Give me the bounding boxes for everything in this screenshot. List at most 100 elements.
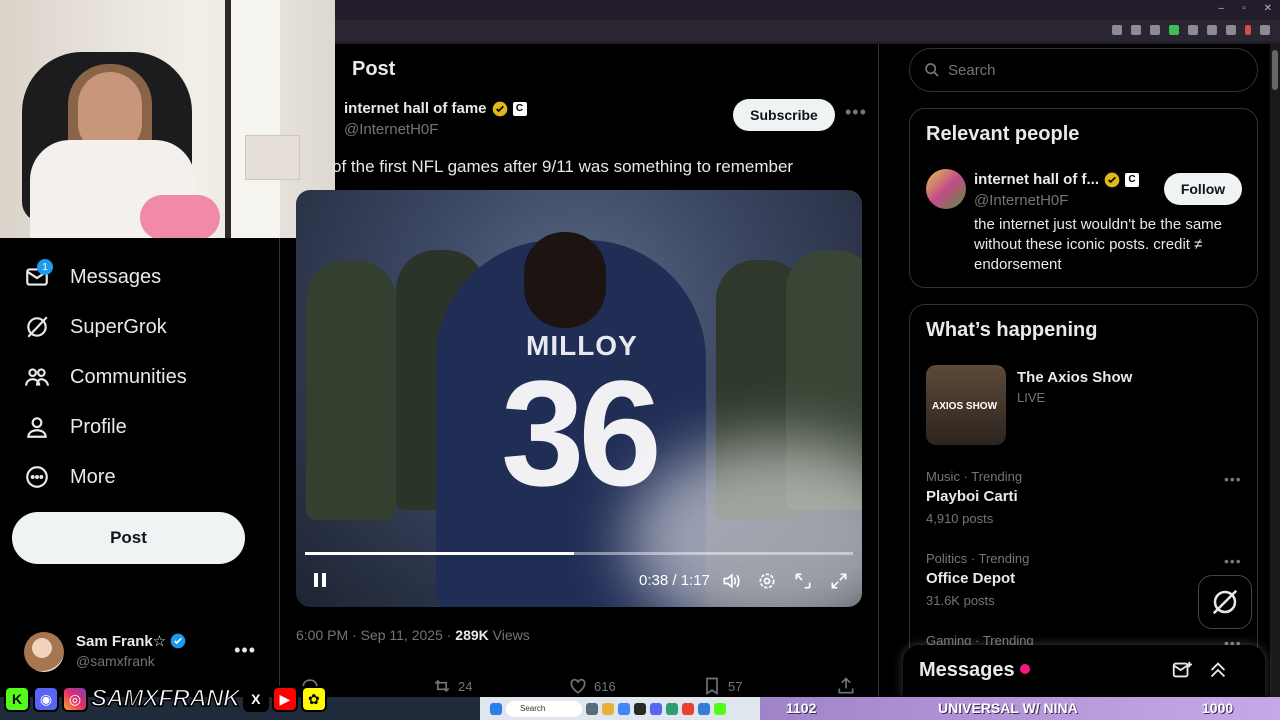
new-message-icon[interactable] bbox=[1171, 659, 1193, 681]
nav-label-more: More bbox=[70, 465, 116, 488]
post-actions: 24 616 57 bbox=[296, 676, 862, 698]
unread-dot bbox=[1020, 664, 1030, 674]
repost-icon bbox=[434, 679, 450, 693]
video-progress-bar[interactable] bbox=[305, 552, 853, 555]
affiliate-badge: C bbox=[512, 101, 527, 116]
settings-gear-icon[interactable] bbox=[757, 571, 777, 591]
trend-category: Music · Trending bbox=[926, 469, 1023, 484]
author-name-row[interactable]: internet hall of fame C bbox=[344, 100, 527, 117]
app-icon[interactable] bbox=[698, 702, 710, 715]
trend-more-icon[interactable]: ••• bbox=[1224, 471, 1242, 487]
profile-icon[interactable] bbox=[1226, 25, 1236, 35]
bookmark-icon bbox=[706, 677, 718, 696]
heart-icon bbox=[570, 678, 586, 694]
discord-taskbar-icon[interactable] bbox=[650, 702, 662, 715]
relevant-people-panel: Relevant people internet hall of f... C … bbox=[909, 108, 1258, 288]
task-view-icon[interactable] bbox=[586, 702, 598, 715]
fullscreen-icon[interactable] bbox=[829, 571, 849, 591]
post-more-icon[interactable]: ••• bbox=[845, 102, 867, 123]
messages-drawer-title: Messages bbox=[919, 659, 1015, 681]
app-icon[interactable] bbox=[666, 702, 678, 715]
post-button[interactable]: Post bbox=[12, 512, 245, 564]
page-title: Post bbox=[352, 58, 396, 80]
file-explorer-icon[interactable] bbox=[602, 702, 614, 715]
ticker-title: UNIVERSAL W/ NINA bbox=[938, 700, 1078, 716]
discord-icon: ◉ bbox=[33, 686, 59, 712]
extension-icon[interactable] bbox=[1169, 25, 1179, 35]
relevant-people-title: Relevant people bbox=[926, 123, 1080, 145]
relevant-person-avatar[interactable] bbox=[926, 169, 966, 209]
share-icon bbox=[838, 677, 854, 694]
author-name[interactable]: internet hall of fame bbox=[344, 100, 487, 117]
search-icon bbox=[925, 63, 939, 77]
sidebar-icon[interactable] bbox=[1207, 25, 1217, 35]
extensions-puzzle-icon[interactable] bbox=[1188, 25, 1198, 35]
zoom-icon[interactable] bbox=[1131, 25, 1141, 35]
chrome-icon[interactable] bbox=[618, 702, 630, 715]
notification-icon[interactable] bbox=[1245, 25, 1251, 35]
nav-item-more[interactable]: More bbox=[24, 464, 116, 490]
repost-button[interactable]: 24 bbox=[432, 676, 472, 696]
account-switcher[interactable]: Sam Frank☆ @samxfrank ••• bbox=[24, 630, 264, 674]
bookmark-count: 57 bbox=[728, 678, 743, 694]
app-icon[interactable] bbox=[714, 702, 726, 715]
trend-name[interactable]: Office Depot bbox=[926, 570, 1015, 587]
scrollbar-thumb[interactable] bbox=[1272, 50, 1278, 90]
relevant-person-name[interactable]: internet hall of f... bbox=[974, 171, 1099, 188]
bookmark-star-icon[interactable] bbox=[1150, 25, 1160, 35]
post-text: of the first NFL games after 9/11 was so… bbox=[332, 157, 794, 176]
post-meta: 6:00 PM · Sep 11, 2025 · 289K Views bbox=[296, 627, 530, 643]
menu-icon[interactable] bbox=[1260, 25, 1270, 35]
taskbar-search[interactable]: Search bbox=[506, 700, 582, 717]
x-icon: X bbox=[242, 686, 269, 712]
messages-drawer[interactable]: Messages bbox=[903, 645, 1265, 697]
like-count: 616 bbox=[594, 678, 616, 694]
social-handles: K ◉ ◎ SAMXFRANK X ▶ ✿ bbox=[4, 683, 327, 715]
nav-label-profile: Profile bbox=[70, 415, 127, 438]
trend-more-icon[interactable]: ••• bbox=[1224, 553, 1242, 569]
main-column: Post internet hall of fame C @InternetH0… bbox=[280, 44, 879, 720]
ticker-left-count: 1102 bbox=[786, 700, 817, 716]
windows-start-icon[interactable] bbox=[490, 702, 502, 715]
youtube-icon: ▶ bbox=[271, 686, 298, 712]
chevron-up-icon[interactable] bbox=[1207, 659, 1229, 681]
author-handle[interactable]: @InternetH0F bbox=[344, 121, 438, 138]
grok-button[interactable] bbox=[1198, 575, 1252, 629]
video-player[interactable]: MILLOY 36 0:38 / 1:17 bbox=[296, 190, 862, 607]
nav-item-profile[interactable]: Profile bbox=[24, 414, 127, 440]
gold-verified-icon bbox=[492, 101, 507, 116]
relevant-person-handle[interactable]: @InternetH0F bbox=[974, 192, 1068, 209]
trend-name[interactable]: Playboi Carti bbox=[926, 488, 1018, 505]
post-views-count: 289K bbox=[455, 627, 489, 643]
account-more-icon[interactable]: ••• bbox=[234, 640, 256, 661]
affiliate-badge: C bbox=[1125, 172, 1140, 187]
app-icon[interactable] bbox=[682, 702, 694, 715]
live-show-name[interactable]: The Axios Show bbox=[1017, 369, 1132, 386]
nav-item-supergrok[interactable]: SuperGrok bbox=[24, 314, 167, 340]
relevant-person-name-row[interactable]: internet hall of f... C bbox=[974, 171, 1140, 188]
maximize-button[interactable]: ▫ bbox=[1242, 3, 1246, 14]
volume-icon[interactable] bbox=[721, 571, 741, 591]
page-scrollbar[interactable] bbox=[1270, 44, 1280, 720]
pause-icon[interactable] bbox=[311, 571, 329, 589]
follow-button[interactable]: Follow bbox=[1164, 173, 1242, 205]
nav-item-communities[interactable]: Communities bbox=[24, 364, 187, 390]
repost-count: 24 bbox=[458, 678, 473, 694]
messages-badge: 1 bbox=[37, 259, 53, 275]
nav-item-messages[interactable]: 1 Messages bbox=[24, 259, 161, 290]
popout-icon[interactable] bbox=[793, 571, 813, 591]
subscribe-button[interactable]: Subscribe bbox=[733, 99, 835, 131]
install-icon[interactable] bbox=[1112, 25, 1122, 35]
search-input[interactable]: Search bbox=[909, 48, 1258, 92]
video-frame-player-head bbox=[524, 232, 606, 328]
live-show-thumbnail[interactable]: AXIOS SHOW bbox=[926, 365, 1006, 445]
bookmark-button[interactable]: 57 bbox=[702, 676, 742, 696]
like-button[interactable]: 616 bbox=[568, 676, 616, 696]
close-button[interactable]: ✕ bbox=[1264, 3, 1272, 14]
share-button[interactable] bbox=[836, 676, 856, 696]
window-controls: – ▫ ✕ bbox=[1219, 3, 1273, 14]
left-nav: 1 Messages SuperGrok Communities Profile… bbox=[0, 238, 280, 720]
post-timestamp[interactable]: 6:00 PM · Sep 11, 2025 · bbox=[296, 627, 455, 643]
minimize-button[interactable]: – bbox=[1219, 3, 1225, 14]
app-icon[interactable] bbox=[634, 702, 646, 715]
